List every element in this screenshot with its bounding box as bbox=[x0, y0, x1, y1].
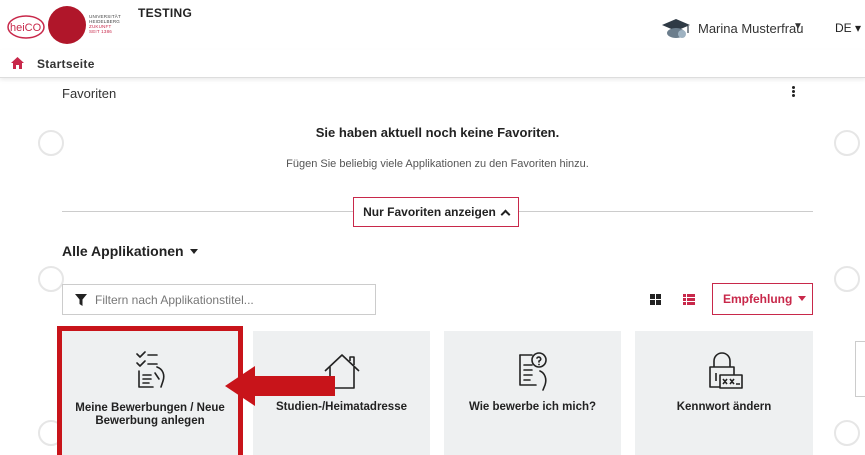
filter-box bbox=[62, 284, 376, 315]
university-name: UNIVERSITÄT HEIDELBERG ZUKUNFT SEIT 1386 bbox=[89, 14, 121, 34]
environment-label: TESTING bbox=[138, 6, 193, 20]
user-avatar-icon[interactable] bbox=[660, 17, 692, 39]
favorites-title: Favoriten bbox=[62, 86, 117, 101]
sort-label: Empfehlung bbox=[723, 292, 793, 306]
chevron-up-icon bbox=[500, 209, 511, 220]
language-label: DE bbox=[835, 21, 852, 35]
home-icon[interactable] bbox=[11, 57, 24, 69]
caret-down-icon bbox=[189, 249, 198, 254]
sort-dropdown-button[interactable]: Empfehlung bbox=[712, 283, 813, 315]
app-tile-how-to-apply[interactable]: Wie bewerbe ich mich? bbox=[444, 331, 621, 455]
show-favorites-only-label: Nur Favoriten anzeigen bbox=[363, 205, 496, 219]
highlight-box bbox=[57, 326, 243, 455]
decorative-circle bbox=[38, 266, 64, 292]
favorites-more-icon[interactable] bbox=[790, 85, 796, 99]
heico-logo[interactable]: heiCO bbox=[6, 12, 46, 40]
svg-text:heiCO: heiCO bbox=[10, 22, 42, 34]
help-document-icon bbox=[518, 352, 547, 391]
app-tile-change-password[interactable]: Kennwort ändern bbox=[635, 331, 813, 455]
caret-down-icon bbox=[798, 296, 807, 301]
user-name[interactable]: Marina Musterfrau bbox=[698, 21, 803, 36]
all-applications-title: Alle Applikationen bbox=[62, 243, 184, 259]
user-menu-caret-icon[interactable]: ▼ bbox=[793, 21, 803, 32]
side-panel-edge bbox=[855, 341, 865, 397]
favorites-empty-title: Sie haben aktuell noch keine Favoriten. bbox=[315, 125, 560, 140]
grid-view-icon[interactable] bbox=[650, 294, 661, 305]
list-view-icon[interactable] bbox=[683, 294, 695, 305]
breadcrumb-home-link[interactable]: Startseite bbox=[37, 57, 95, 71]
app-tile-label: Wie bewerbe ich mich? bbox=[468, 401, 597, 413]
university-seal-logo bbox=[48, 6, 86, 44]
show-favorites-only-button[interactable]: Nur Favoriten anzeigen bbox=[353, 197, 519, 227]
all-applications-dropdown[interactable]: Alle Applikationen bbox=[62, 243, 198, 259]
arrow-left-icon bbox=[225, 366, 335, 406]
app-tile-label: Kennwort ändern bbox=[676, 401, 772, 413]
decorative-circle bbox=[834, 420, 860, 446]
top-bar: heiCO UNIVERSITÄT HEIDELBERG ZUKUNFT SEI… bbox=[0, 0, 865, 50]
filter-input[interactable] bbox=[95, 291, 365, 309]
divider bbox=[62, 211, 353, 212]
language-switcher[interactable]: DE ▾ bbox=[835, 21, 861, 35]
filter-icon bbox=[75, 294, 87, 306]
favorites-empty-hint: Fügen Sie beliebig viele Applikationen z… bbox=[286, 158, 589, 170]
breadcrumb: Startseite bbox=[0, 50, 865, 78]
password-lock-icon bbox=[709, 352, 743, 389]
decorative-circle bbox=[834, 266, 860, 292]
divider bbox=[519, 211, 813, 212]
